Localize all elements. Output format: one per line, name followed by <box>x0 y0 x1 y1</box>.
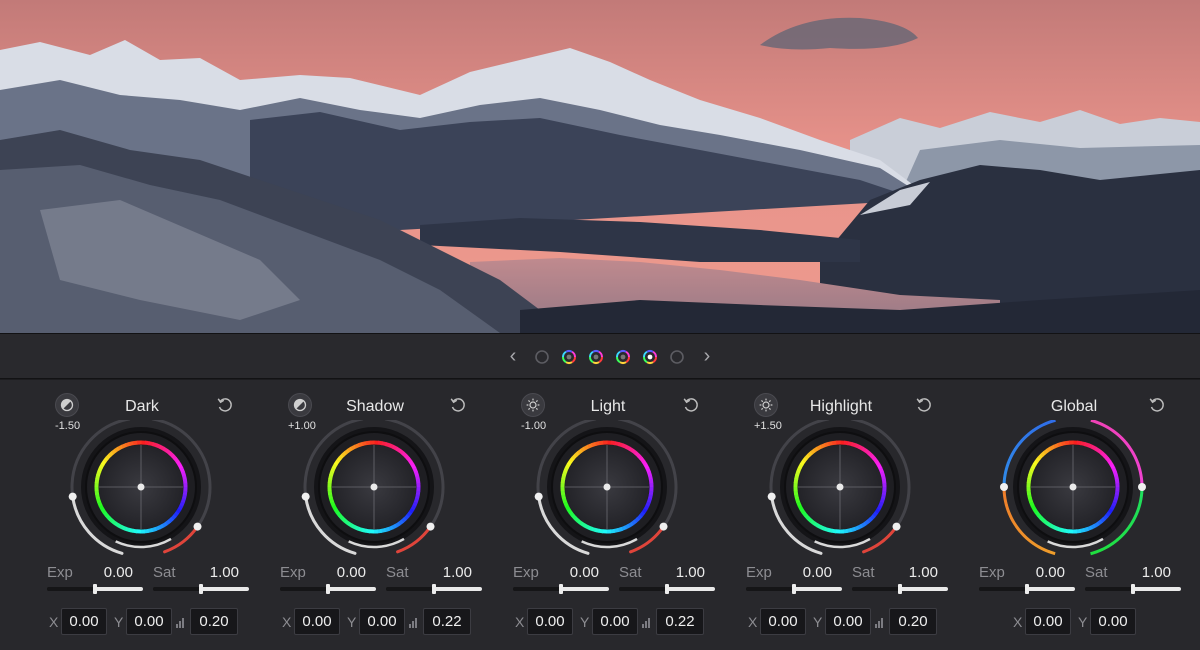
contrast-icon[interactable] <box>55 393 79 417</box>
wheel-block-light: Light -1.00 Exp 0.00 Sat 1.00 X 0.00 Y 0.00 0.22 <box>491 380 725 650</box>
saturation-handle[interactable] <box>426 522 435 531</box>
gain-field[interactable]: 0.20 <box>889 608 937 635</box>
gain-icon <box>176 615 186 628</box>
y-field[interactable]: 0.00 <box>1090 608 1136 635</box>
x-label: X <box>515 614 525 630</box>
gain-icon <box>875 615 885 628</box>
gain-icon <box>409 615 419 628</box>
saturation-value[interactable]: 1.00 <box>1119 564 1171 581</box>
exposure-slider[interactable] <box>746 584 842 594</box>
exposure-value[interactable]: 0.00 <box>780 564 832 581</box>
gain-field[interactable]: 0.22 <box>656 608 704 635</box>
saturation-value[interactable]: 1.00 <box>886 564 938 581</box>
y-field[interactable]: 0.00 <box>825 608 871 635</box>
gain-icon <box>642 615 652 628</box>
reset-icon[interactable] <box>914 395 934 415</box>
saturation-slider[interactable] <box>153 584 249 594</box>
x-field[interactable]: 0.00 <box>1025 608 1071 635</box>
exposure-label: Exp <box>746 564 772 581</box>
color-wheel[interactable] <box>724 420 958 560</box>
saturation-slider[interactable] <box>852 584 948 594</box>
color-wheel[interactable] <box>491 420 725 560</box>
gain-field[interactable]: 0.20 <box>190 608 238 635</box>
wheel-block-highlight: Highlight +1.50 Exp 0.00 Sat 1.00 X 0.00 Y 0.00 0.… <box>724 380 958 650</box>
color-wheels-panel: Dark -1.50 Exp 0.00 Sat 1.00 X 0.00 Y 0.00 0.20 Sha… <box>0 380 1200 650</box>
gain-field[interactable]: 0.22 <box>423 608 471 635</box>
y-label: Y <box>1078 614 1088 630</box>
saturation-label: Sat <box>386 564 409 581</box>
wheel-page-selector: ‹ › <box>0 333 1200 379</box>
color-wheel[interactable] <box>25 420 259 560</box>
wheel-block-shadow: Shadow +1.00 Exp 0.00 Sat 1.00 X 0.00 Y 0.00 0.22 <box>258 380 492 650</box>
x-field[interactable]: 0.00 <box>527 608 573 635</box>
exposure-slider[interactable] <box>280 584 376 594</box>
saturation-value[interactable]: 1.00 <box>420 564 472 581</box>
saturation-slider[interactable] <box>1085 584 1181 594</box>
exposure-value[interactable]: 0.00 <box>547 564 599 581</box>
page-dot-3[interactable] <box>589 350 603 364</box>
exposure-label: Exp <box>979 564 1005 581</box>
temperature-handle[interactable] <box>1000 483 1008 491</box>
saturation-handle[interactable] <box>659 522 668 531</box>
saturation-slider[interactable] <box>386 584 482 594</box>
reset-icon[interactable] <box>681 395 701 415</box>
page-dot-1[interactable] <box>535 350 549 364</box>
y-field[interactable]: 0.00 <box>126 608 172 635</box>
page-dot-2[interactable] <box>562 350 576 364</box>
x-label: X <box>1013 614 1023 630</box>
saturation-handle[interactable] <box>892 522 901 531</box>
exposure-value[interactable]: 0.00 <box>81 564 133 581</box>
color-wheel[interactable] <box>957 420 1191 560</box>
x-label: X <box>748 614 758 630</box>
saturation-label: Sat <box>852 564 875 581</box>
exposure-slider[interactable] <box>979 584 1075 594</box>
y-field[interactable]: 0.00 <box>359 608 405 635</box>
y-label: Y <box>114 614 124 630</box>
y-label: Y <box>813 614 823 630</box>
exposure-slider[interactable] <box>47 584 143 594</box>
y-field[interactable]: 0.00 <box>592 608 638 635</box>
page-dot-5[interactable] <box>643 350 657 364</box>
wheel-block-dark: Dark -1.50 Exp 0.00 Sat 1.00 X 0.00 Y 0.00 0.20 <box>25 380 259 650</box>
saturation-label: Sat <box>153 564 176 581</box>
page-dot-4[interactable] <box>616 350 630 364</box>
color-wheel[interactable] <box>258 420 492 560</box>
exposure-handle[interactable] <box>767 492 776 501</box>
y-label: Y <box>347 614 357 630</box>
exposure-handle[interactable] <box>534 492 543 501</box>
saturation-value[interactable]: 1.00 <box>653 564 705 581</box>
reset-icon[interactable] <box>448 395 468 415</box>
x-field[interactable]: 0.00 <box>760 608 806 635</box>
exposure-label: Exp <box>47 564 73 581</box>
contrast-icon[interactable] <box>288 393 312 417</box>
x-label: X <box>282 614 292 630</box>
reset-icon[interactable] <box>215 395 235 415</box>
exposure-value[interactable]: 0.00 <box>314 564 366 581</box>
exposure-handle[interactable] <box>68 492 77 501</box>
page-dot-6[interactable] <box>670 350 684 364</box>
x-label: X <box>49 614 59 630</box>
tint-handle[interactable] <box>1138 483 1146 491</box>
sun-icon[interactable] <box>754 393 778 417</box>
preview-image <box>0 0 1200 333</box>
wheel-block-global: Global Exp 0.00 Sat 1.00 X 0.00 Y 0.00 <box>957 380 1191 650</box>
exposure-slider[interactable] <box>513 584 609 594</box>
exposure-label: Exp <box>513 564 539 581</box>
exposure-label: Exp <box>280 564 306 581</box>
x-field[interactable]: 0.00 <box>61 608 107 635</box>
y-label: Y <box>580 614 590 630</box>
reset-icon[interactable] <box>1147 395 1167 415</box>
saturation-label: Sat <box>619 564 642 581</box>
saturation-value[interactable]: 1.00 <box>187 564 239 581</box>
exposure-value[interactable]: 0.00 <box>1013 564 1065 581</box>
saturation-slider[interactable] <box>619 584 715 594</box>
saturation-handle[interactable] <box>193 522 202 531</box>
x-field[interactable]: 0.00 <box>294 608 340 635</box>
sun-icon[interactable] <box>521 393 545 417</box>
saturation-label: Sat <box>1085 564 1108 581</box>
exposure-handle[interactable] <box>301 492 310 501</box>
